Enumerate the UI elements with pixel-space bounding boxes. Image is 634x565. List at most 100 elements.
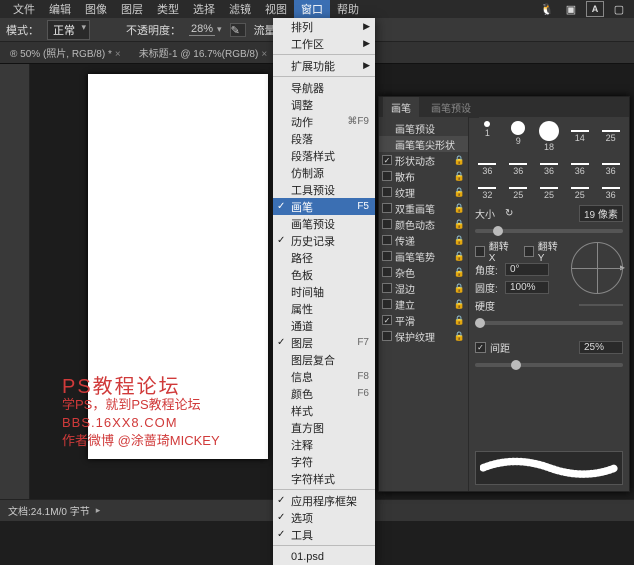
brush-option[interactable]: 画笔笔势🔒 xyxy=(379,248,468,264)
lock-icon[interactable]: 🔒 xyxy=(454,155,465,166)
menu-4[interactable]: 类型 xyxy=(150,0,186,19)
brush-thumb[interactable]: 36 xyxy=(506,154,531,176)
menu-item[interactable]: 仿制源 xyxy=(273,164,375,181)
lock-icon[interactable]: 🔒 xyxy=(454,203,465,214)
menu-item[interactable]: 画笔预设 xyxy=(273,215,375,232)
checkbox[interactable] xyxy=(382,171,392,181)
brush-thumb[interactable]: 25 xyxy=(598,121,623,152)
menu-item[interactable]: 色板 xyxy=(273,266,375,283)
checkbox[interactable] xyxy=(382,203,392,213)
brush-option[interactable]: ✓平滑🔒 xyxy=(379,312,468,328)
hardness-value[interactable] xyxy=(579,304,623,306)
brush-thumb[interactable]: 18 xyxy=(537,121,562,152)
menu-3[interactable]: 图层 xyxy=(114,0,150,19)
brush-option[interactable]: 传递🔒 xyxy=(379,232,468,248)
doc-tab-1[interactable]: 未标题-1 @ 16.7%(RGB/8)× xyxy=(135,45,271,60)
menu-7[interactable]: 视图 xyxy=(258,0,294,19)
menu-item[interactable]: ✓应用程序框架 xyxy=(273,492,375,509)
brush-option[interactable]: ✓形状动态🔒 xyxy=(379,152,468,168)
lock-icon[interactable]: 🔒 xyxy=(454,235,465,246)
angle-value[interactable]: 0° xyxy=(505,263,549,276)
menu-1[interactable]: 编辑 xyxy=(42,0,78,19)
menu-item[interactable]: 路径 xyxy=(273,249,375,266)
checkbox[interactable] xyxy=(382,283,392,293)
brush-option[interactable]: 建立🔒 xyxy=(379,296,468,312)
lock-icon[interactable]: 🔒 xyxy=(454,219,465,230)
opacity-value[interactable]: 28% xyxy=(189,23,215,36)
size-slider[interactable] xyxy=(475,229,623,233)
lock-icon[interactable]: 🔒 xyxy=(454,171,465,182)
size-value[interactable]: 19 像素 xyxy=(579,205,623,222)
brush-option[interactable]: 双重画笔🔒 xyxy=(379,200,468,216)
brush-thumb[interactable]: 36 xyxy=(567,154,592,176)
tab-brush[interactable]: 画笔 xyxy=(383,97,419,118)
menu-item[interactable]: 扩展功能▶ xyxy=(273,57,375,74)
lock-icon[interactable]: 🔒 xyxy=(454,331,465,342)
brush-thumbnails[interactable]: 1918142536363636363225252536 xyxy=(475,121,623,200)
spacing-checkbox[interactable]: ✓ xyxy=(475,342,486,353)
close-icon[interactable]: × xyxy=(261,49,267,60)
menu-0[interactable]: 文件 xyxy=(6,0,42,19)
checkbox[interactable] xyxy=(382,299,392,309)
spacing-slider[interactable] xyxy=(475,363,623,367)
brush-option[interactable]: 湿边🔒 xyxy=(379,280,468,296)
lock-icon[interactable]: 🔒 xyxy=(454,283,465,294)
brush-thumb[interactable]: 14 xyxy=(567,121,592,152)
status-chevron-icon[interactable]: ▸ xyxy=(96,505,101,516)
flipx-checkbox[interactable] xyxy=(475,246,485,257)
brush-option[interactable]: 散布🔒 xyxy=(379,168,468,184)
menu-item[interactable]: ✓历史记录 xyxy=(273,232,375,249)
menu-item[interactable]: 属性 xyxy=(273,300,375,317)
menu-item[interactable]: 信息F8 xyxy=(273,368,375,385)
tab-brush-presets[interactable]: 画笔预设 xyxy=(423,97,479,118)
angle-widget[interactable]: ▸ xyxy=(571,242,623,294)
lock-icon[interactable]: 🔒 xyxy=(454,267,465,278)
brush-thumb[interactable]: 32 xyxy=(475,178,500,200)
menu-item[interactable]: ✓工具 xyxy=(273,526,375,543)
menu-8[interactable]: 窗口 xyxy=(294,0,330,19)
checkbox[interactable] xyxy=(382,219,392,229)
menu-2[interactable]: 图像 xyxy=(78,0,114,19)
checkbox[interactable] xyxy=(382,267,392,277)
opacity-stylus-icon[interactable]: ✎ xyxy=(230,23,246,37)
lock-icon[interactable]: 🔒 xyxy=(454,315,465,326)
lock-icon[interactable]: 🔒 xyxy=(454,187,465,198)
brush-option[interactable]: 杂色🔒 xyxy=(379,264,468,280)
cloud-icon[interactable]: ▣ xyxy=(562,1,580,17)
menu-item[interactable]: 通道 xyxy=(273,317,375,334)
menu-6[interactable]: 滤镜 xyxy=(222,0,258,19)
lock-icon[interactable]: 🔒 xyxy=(454,251,465,262)
brush-thumb[interactable]: 36 xyxy=(598,178,623,200)
menu-9[interactable]: 帮助 xyxy=(330,0,366,19)
hardness-slider[interactable] xyxy=(475,321,623,325)
adobe-icon[interactable]: A xyxy=(586,1,604,17)
menu-5[interactable]: 选择 xyxy=(186,0,222,19)
brush-thumb[interactable]: 36 xyxy=(598,154,623,176)
brush-option[interactable]: 画笔预设 xyxy=(379,120,468,136)
spacing-value[interactable]: 25% xyxy=(579,341,623,354)
brush-option[interactable]: 颜色动态🔒 xyxy=(379,216,468,232)
brush-option[interactable]: 纹理🔒 xyxy=(379,184,468,200)
notif-icon[interactable]: 🐧 xyxy=(538,1,556,17)
lock-icon[interactable]: 🔒 xyxy=(454,299,465,310)
checkbox[interactable]: ✓ xyxy=(382,315,392,325)
flipy-checkbox[interactable] xyxy=(524,246,534,257)
window-controls[interactable]: ▢ xyxy=(610,1,628,17)
brush-option[interactable]: 画笔笔尖形状 xyxy=(379,136,468,152)
roundness-value[interactable]: 100% xyxy=(505,281,549,294)
menu-item[interactable]: 段落 xyxy=(273,130,375,147)
close-icon[interactable]: × xyxy=(115,49,121,60)
menu-item[interactable]: 直方图 xyxy=(273,419,375,436)
tool-palette[interactable] xyxy=(0,64,30,499)
doc-tab-0[interactable]: ® 50% (照片, RGB/8) *× xyxy=(6,45,125,60)
menu-item[interactable]: 图层复合 xyxy=(273,351,375,368)
brush-thumb[interactable]: 25 xyxy=(537,178,562,200)
menu-item[interactable]: 导航器 xyxy=(273,79,375,96)
brush-option[interactable]: 保护纹理🔒 xyxy=(379,328,468,344)
menu-item[interactable]: 工具预设 xyxy=(273,181,375,198)
checkbox[interactable] xyxy=(382,235,392,245)
menu-item[interactable]: ✓选项 xyxy=(273,509,375,526)
menu-item[interactable]: 颜色F6 xyxy=(273,385,375,402)
checkbox[interactable] xyxy=(382,187,392,197)
brush-thumb[interactable]: 1 xyxy=(475,121,500,152)
